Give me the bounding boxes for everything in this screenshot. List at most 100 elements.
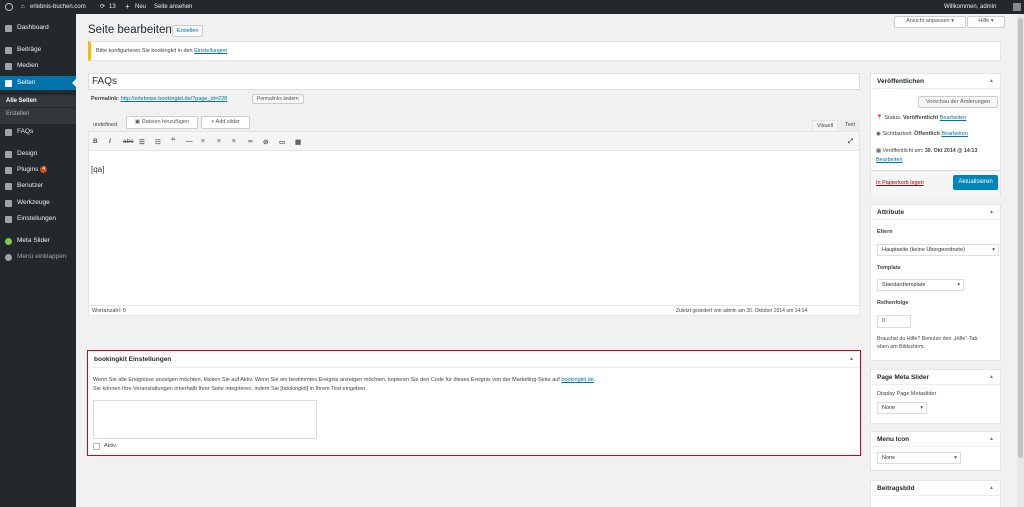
publish-box-title[interactable]: Veröffentlichen bbox=[871, 74, 1000, 89]
home-icon: ⌂ bbox=[21, 4, 25, 10]
fullscreen-icon[interactable]: ⤢ bbox=[848, 138, 853, 146]
help-text-line2: oben am Bildschirm. bbox=[877, 344, 925, 350]
submenu-alle-seiten[interactable]: Alle Seiten bbox=[0, 95, 76, 107]
trash-link[interactable]: In Papierkorb legen bbox=[876, 180, 924, 186]
edit-visibility-link[interactable]: Bearbeiten bbox=[941, 131, 968, 137]
submenu-erstellen[interactable]: Erstellen bbox=[0, 108, 76, 124]
help-text-line1: Brauchst du Hilfe? Benutze den „Hilfe“-T… bbox=[877, 336, 978, 342]
user-icon bbox=[5, 182, 12, 190]
toggle-arrow-icon[interactable]: ▲ bbox=[989, 481, 994, 496]
toggle-arrow-icon[interactable]: ▲ bbox=[989, 74, 994, 89]
media-icon bbox=[5, 62, 12, 70]
align-center-icon[interactable]: ≡ bbox=[217, 138, 221, 145]
featured-image-box-title[interactable]: Beitragsbild bbox=[871, 481, 1000, 496]
bookingkit-line2: Sie können Ihre Veranstaltungen innerhal… bbox=[93, 386, 367, 392]
order-label: Reihenfolge bbox=[877, 300, 909, 306]
plugin-icon bbox=[5, 166, 12, 174]
tab-text[interactable]: Text bbox=[840, 120, 860, 131]
update-button[interactable]: Aktualisieren bbox=[953, 175, 998, 190]
editor-undefined-label: undefined bbox=[93, 122, 118, 128]
bookingkit-code-textarea[interactable] bbox=[93, 400, 317, 439]
admin-sidebar: Dashboard Beiträge Medien Seiten Alle Se… bbox=[0, 14, 76, 507]
eye-icon: ◉ bbox=[876, 131, 881, 137]
link-icon[interactable]: ∞ bbox=[248, 138, 253, 145]
page-scrollbar[interactable] bbox=[1017, 14, 1024, 507]
published-row: ▦ Veröffentlicht am: 30. Okt 2014 @ 14:1… bbox=[876, 148, 978, 154]
menu-item-seiten[interactable]: Seiten bbox=[0, 76, 76, 90]
align-left-icon[interactable]: ≡ bbox=[201, 138, 205, 145]
add-media-button[interactable]: ▣ Dateien hinzufügen bbox=[126, 116, 198, 129]
page-meta-slider-box: Page Meta Slider ▲ Display Page Metaslid… bbox=[870, 369, 1001, 424]
template-select[interactable]: Standardtemplate bbox=[877, 279, 964, 291]
edit-status-link[interactable]: Bearbeiten bbox=[940, 115, 967, 121]
aktiv-label: Aktiv bbox=[104, 443, 116, 449]
updates-icon[interactable]: ⟳ bbox=[100, 0, 105, 14]
page-title: Seite bearbeiten bbox=[88, 24, 172, 36]
add-slider-button[interactable]: ● Add slider bbox=[201, 116, 250, 129]
tab-visual[interactable]: Visuell bbox=[812, 120, 838, 131]
toggle-arrow-icon[interactable]: ▲ bbox=[989, 370, 994, 385]
menu-icon-select[interactable]: None bbox=[877, 452, 961, 464]
menu-item-einstellungen[interactable]: Einstellungen bbox=[0, 212, 76, 226]
meta-slider-box-title[interactable]: Page Meta Slider bbox=[871, 370, 1000, 385]
numbered-list-icon[interactable]: ☷ bbox=[155, 138, 161, 146]
order-input[interactable]: 0 bbox=[877, 315, 911, 328]
help-button[interactable]: Hilfe ▾ bbox=[967, 16, 1005, 28]
pin-icon: 📍 bbox=[876, 115, 883, 121]
wordpress-logo-icon[interactable] bbox=[5, 3, 13, 11]
word-count: Wortanzahl: 0 bbox=[92, 308, 126, 314]
avatar[interactable] bbox=[1013, 3, 1021, 11]
read-more-icon[interactable]: ▭ bbox=[279, 138, 285, 146]
slider-icon bbox=[5, 237, 12, 245]
dashboard-icon bbox=[5, 24, 12, 32]
updates-count[interactable]: 13 bbox=[109, 0, 116, 14]
menu-item-benutzer[interactable]: Benutzer bbox=[0, 179, 76, 193]
editor-content[interactable]: [qa] bbox=[91, 165, 104, 174]
site-name-link[interactable]: erlebnis-buchen.com bbox=[30, 0, 86, 14]
new-link[interactable]: Neu bbox=[135, 0, 146, 14]
notice-settings-link[interactable]: Einstellungen bbox=[194, 48, 227, 54]
menu-item-design[interactable]: Design bbox=[0, 147, 76, 161]
italic-icon[interactable]: I bbox=[109, 138, 111, 145]
unlink-icon[interactable]: ⊘ bbox=[263, 138, 268, 146]
menu-item-werkzeuge[interactable]: Werkzeuge bbox=[0, 196, 76, 210]
screen-options-button[interactable]: Ansicht anpassen ▾ bbox=[894, 16, 966, 28]
menu-item-medien[interactable]: Medien bbox=[0, 59, 76, 73]
toggle-arrow-icon[interactable]: ▲ bbox=[989, 432, 994, 447]
menu-icon-box-title[interactable]: Menu Icon bbox=[871, 432, 1000, 447]
menu-item-dashboard[interactable]: Dashboard bbox=[0, 21, 76, 35]
attributes-box-title[interactable]: Attribute bbox=[871, 205, 1000, 220]
welcome-link[interactable]: Willkommen, admin bbox=[944, 0, 996, 14]
horizontal-line-icon[interactable]: — bbox=[186, 138, 193, 145]
blockquote-icon[interactable]: “ bbox=[171, 136, 176, 146]
menu-item-meta-slider[interactable]: Meta Slider bbox=[0, 234, 76, 248]
parent-label: Eltern bbox=[877, 229, 893, 235]
add-new-button[interactable]: Erstellen bbox=[172, 25, 204, 37]
pin-icon bbox=[5, 46, 12, 54]
bookingkit-link[interactable]: bookingkit.de bbox=[561, 377, 593, 383]
scrollbar-thumb[interactable] bbox=[1018, 18, 1023, 458]
aktiv-checkbox[interactable] bbox=[93, 443, 100, 450]
menu-item-beitraege[interactable]: Beiträge bbox=[0, 43, 76, 57]
title-input[interactable]: FAQs bbox=[88, 73, 860, 90]
toggle-arrow-icon[interactable]: ▲ bbox=[849, 351, 854, 368]
align-right-icon[interactable]: ≡ bbox=[232, 138, 236, 145]
metaslider-select[interactable]: None bbox=[877, 402, 927, 414]
bookingkit-box-title[interactable]: bookingkit Einstellungen bbox=[88, 351, 860, 368]
toggle-arrow-icon[interactable]: ▲ bbox=[989, 205, 994, 220]
collapse-menu[interactable]: Menü einklappen bbox=[0, 250, 76, 264]
strikethrough-icon[interactable]: abc bbox=[123, 138, 133, 145]
parent-select[interactable]: Hauptseite (keine Übergeordnete) bbox=[877, 244, 999, 256]
menu-item-faqs[interactable]: FAQs bbox=[0, 125, 76, 139]
menu-icon-box: Menu Icon ▲ None bbox=[870, 431, 1001, 471]
preview-changes-button[interactable]: Vorschau der Änderungen bbox=[918, 96, 998, 108]
bold-icon[interactable]: B bbox=[93, 138, 98, 145]
edit-permalink-button[interactable]: Permalinks ändern bbox=[252, 94, 304, 104]
toolbar-toggle-icon[interactable]: ▦ bbox=[295, 138, 301, 146]
plus-icon[interactable]: + bbox=[125, 0, 130, 14]
menu-item-plugins[interactable]: Plugins 4 bbox=[0, 163, 76, 177]
bullet-list-icon[interactable]: ☰ bbox=[139, 138, 145, 146]
view-page-link[interactable]: Seite ansehen bbox=[154, 0, 192, 14]
permalink-url[interactable]: http://erlebnise.bookingkit.de/?page_id=… bbox=[121, 96, 228, 102]
edit-date-link[interactable]: Bearbeiten bbox=[876, 157, 903, 163]
